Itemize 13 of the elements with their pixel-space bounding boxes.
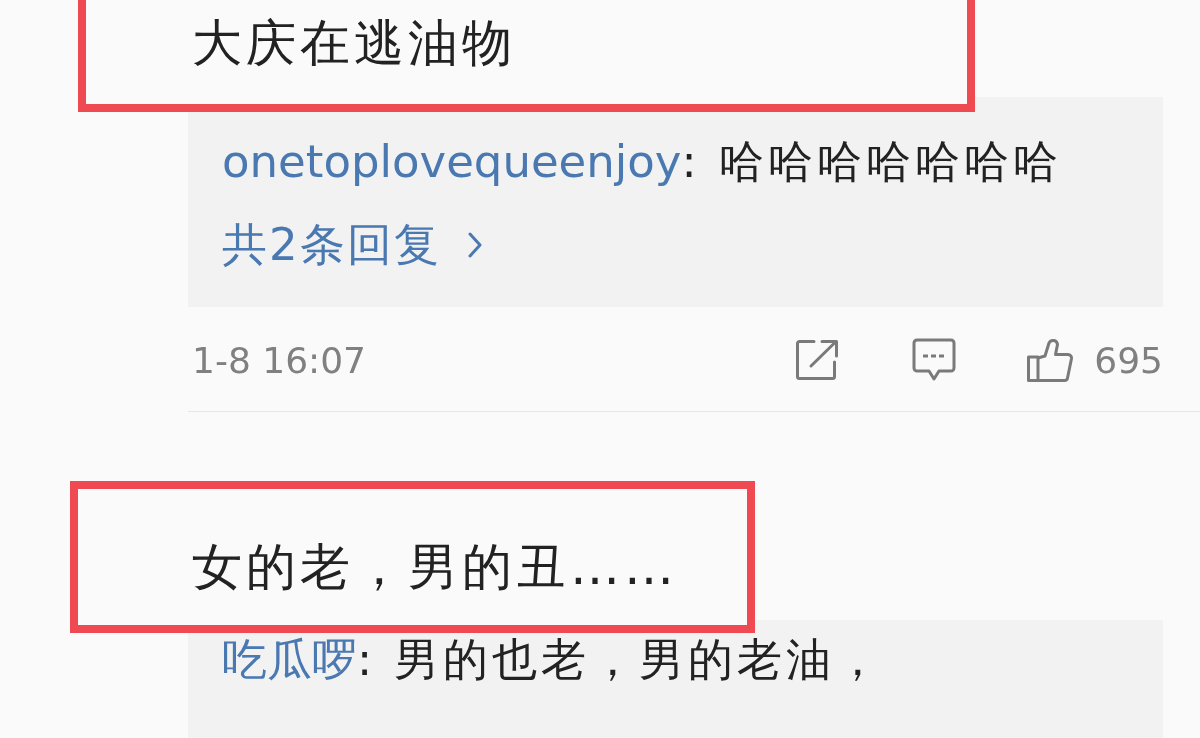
reply-text: onetoplovequeenjoy: 哈哈哈哈哈哈哈 xyxy=(222,137,1063,187)
like-button[interactable]: 695 xyxy=(1026,337,1163,383)
comment-text: 大庆在逃油物 xyxy=(192,14,516,72)
comment-text: 女的老，男的丑…… xyxy=(192,538,678,596)
thumbs-up-icon xyxy=(1026,337,1075,383)
reply-text: 吃瓜啰: 男的也老，男的老油， xyxy=(222,635,886,685)
comment-icon[interactable] xyxy=(912,338,957,382)
share-icon[interactable] xyxy=(795,339,840,381)
comment-time: 1-8 16:07 xyxy=(192,339,367,381)
username-link[interactable]: 吃瓜啰 xyxy=(222,633,357,686)
chevron-right-icon xyxy=(466,231,483,259)
username-link[interactable]: onetoplovequeenjoy xyxy=(222,135,682,188)
more-replies-link[interactable]: 共2条回复 xyxy=(222,220,483,270)
